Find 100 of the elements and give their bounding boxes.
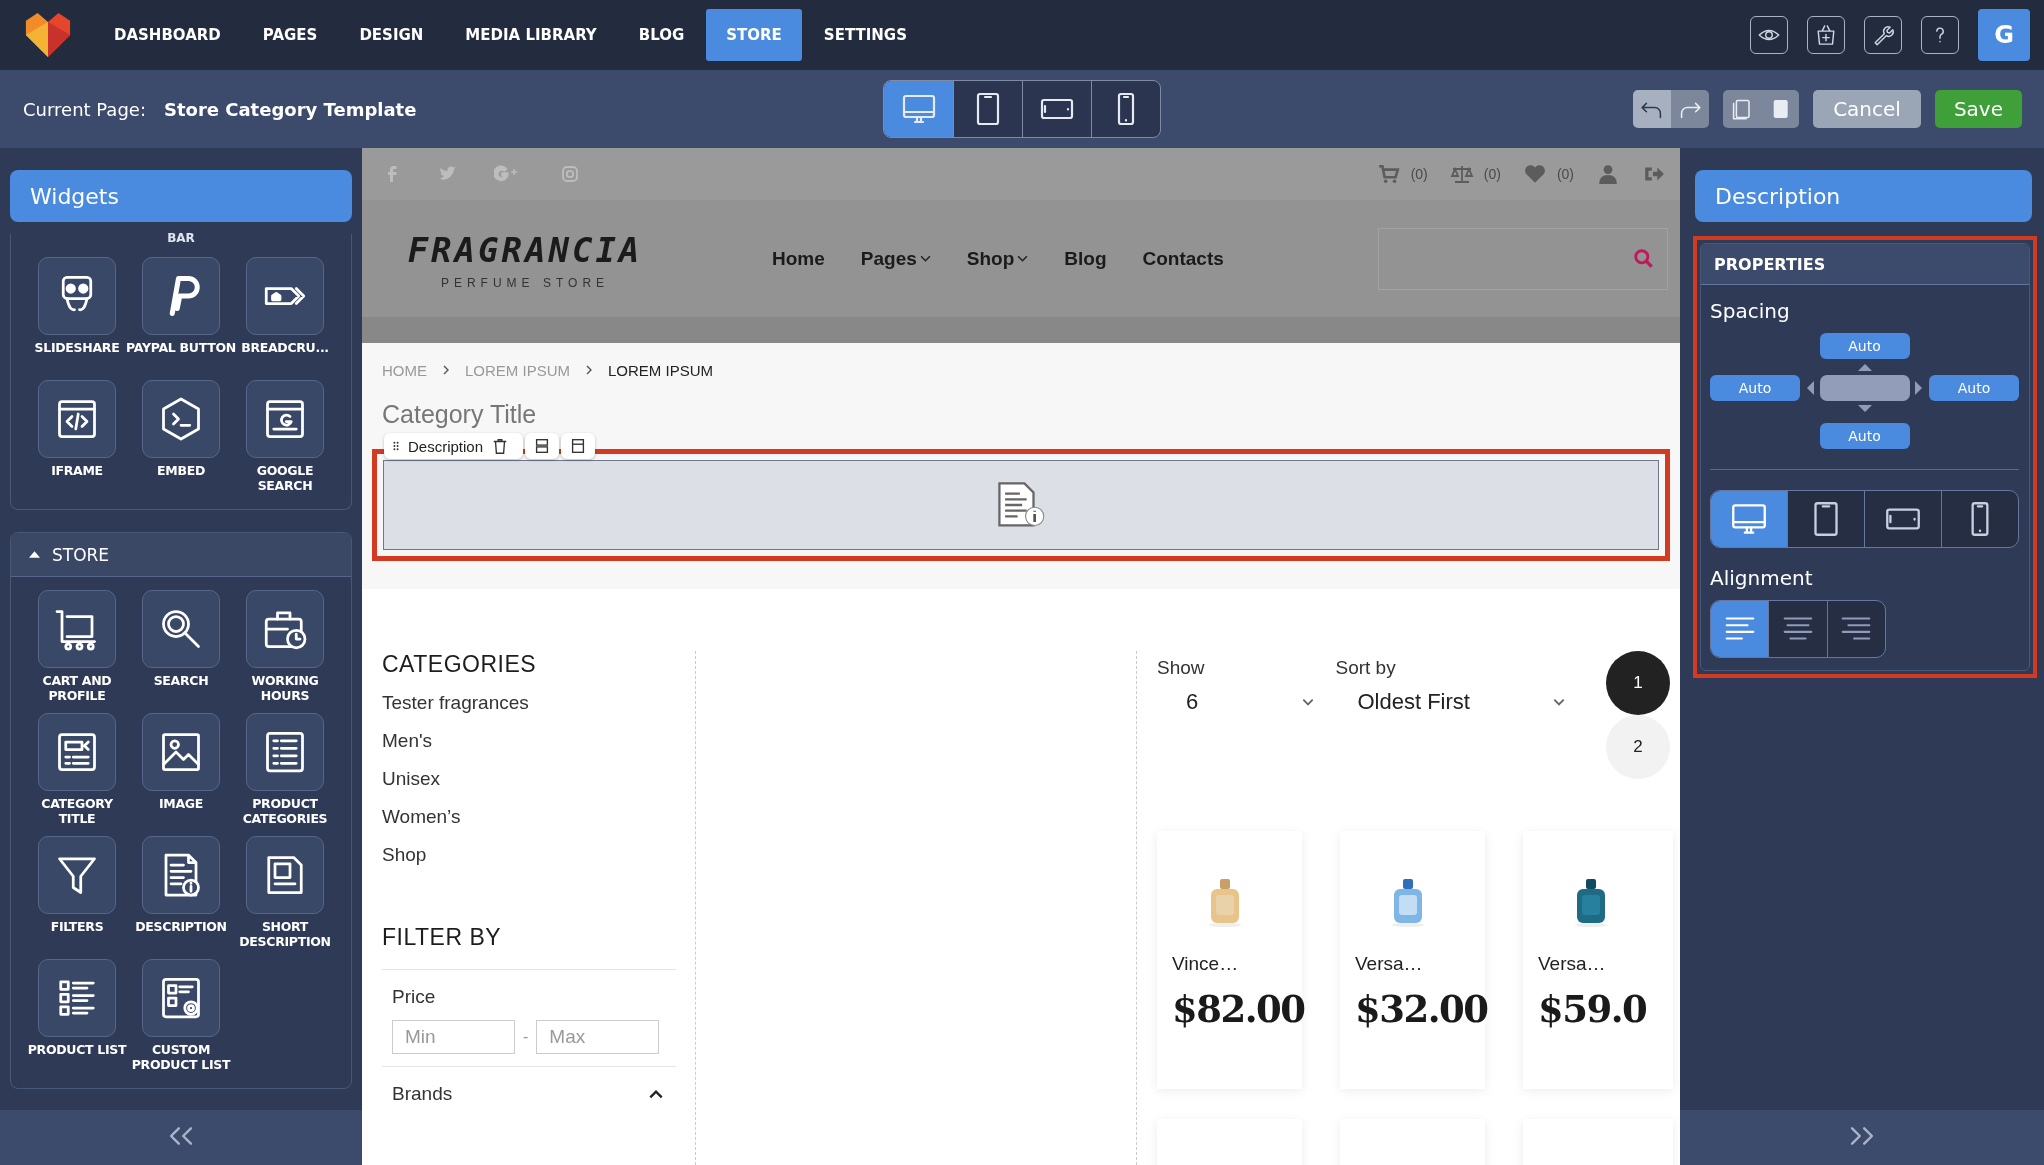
arrow-right-icon	[1915, 381, 1924, 395]
arrow-up-icon	[1857, 363, 1872, 371]
spacing-label: Spacing	[1710, 299, 1791, 323]
collapse-icon	[29, 549, 40, 560]
arrow-down-icon	[1857, 405, 1872, 413]
row-layout-button[interactable]	[525, 433, 560, 459]
widget-label: CUSTOM PRODUCT LIST	[130, 1042, 232, 1074]
sort-dropdown[interactable]: Oldest First	[1335, 689, 1566, 715]
tag-arrows-widget-button[interactable]	[246, 257, 324, 335]
widget-label: FILTERS	[49, 919, 105, 936]
caret-icon	[1301, 697, 1316, 707]
caret-icon	[1017, 253, 1029, 264]
widget-label: CATEGORY TITLE	[40, 796, 114, 828]
product-name[interactable]: Versa…	[1355, 953, 1423, 975]
widget-name: Description	[408, 437, 484, 455]
preview-button[interactable]	[1750, 16, 1788, 54]
product-name[interactable]: Versa…	[1538, 953, 1606, 975]
show-dropdown[interactable]: 6	[1157, 689, 1316, 715]
undo-button[interactable]	[1633, 90, 1672, 128]
caret-icon	[919, 253, 931, 264]
widget-label: PRODUCT CATEGORIES	[241, 796, 329, 828]
product-price: $59.0	[1538, 987, 1647, 1031]
nav-tab[interactable]: DESIGN	[339, 9, 444, 61]
wrench-button[interactable]	[1864, 16, 1902, 54]
menu-link[interactable]: Home	[772, 247, 825, 270]
max-price-field[interactable]: Max	[536, 1020, 660, 1054]
checklist-widget-button[interactable]	[38, 959, 116, 1037]
cart-count: (0)	[1410, 166, 1428, 182]
alignment-label: Alignment	[1710, 566, 1814, 590]
product-price: $32.00	[1355, 987, 1488, 1031]
category-link[interactable]: Shop	[382, 844, 695, 866]
store-section-header[interactable]: STORE	[11, 533, 351, 577]
category-link[interactable]: Men's	[382, 730, 695, 752]
price-label: Price	[392, 986, 437, 1008]
page-button[interactable]: 1	[1606, 651, 1670, 715]
category-link[interactable]: Unisex	[382, 768, 695, 790]
filter-widget-button[interactable]	[38, 836, 116, 914]
widget-label: IMAGE	[157, 796, 205, 813]
widget-label: EMBED	[156, 463, 206, 480]
brands-toggle[interactable]: Brands	[382, 1067, 676, 1105]
drag-handle-icon[interactable]	[392, 440, 400, 452]
widget-label: PRODUCT LIST	[26, 1042, 128, 1059]
nav-tab[interactable]: DASHBOARD	[94, 9, 241, 61]
product-card[interactable]: Versa… $59.0	[1523, 831, 1673, 1089]
page-button[interactable]: 2	[1606, 715, 1670, 779]
min-price-field[interactable]: Min	[392, 1020, 515, 1054]
search-field[interactable]	[1378, 227, 1668, 290]
menu-link[interactable]: Blog	[1064, 247, 1107, 270]
compare-count: (0)	[1483, 166, 1501, 182]
properties-heading: PROPERTIES	[1701, 244, 2029, 285]
briefcase-clock-widget-button[interactable]	[246, 590, 324, 668]
document-widget-button[interactable]	[246, 836, 324, 914]
code-window-widget-button[interactable]	[38, 380, 116, 458]
widget-label: DESCRIPTION	[134, 919, 228, 936]
show-label: Show	[1157, 657, 1206, 679]
nav-tab[interactable]: MEDIA LIBRARY	[445, 9, 617, 61]
widgets-header: Widgets	[10, 170, 352, 222]
arrow-left-icon	[1805, 381, 1814, 395]
category-link[interactable]: Tester fragrances	[382, 692, 695, 714]
help-button[interactable]	[1921, 16, 1959, 54]
document-info-widget-button[interactable]	[142, 836, 220, 914]
cart-widget-button[interactable]	[38, 590, 116, 668]
caret-icon	[1552, 697, 1566, 707]
image-widget-button[interactable]	[142, 713, 220, 791]
product-price: $82.00	[1172, 987, 1305, 1031]
layout-gear-widget-button[interactable]	[142, 959, 220, 1037]
widget-label: CART AND PROFILE	[41, 673, 113, 705]
current-page-label: Current Page:	[23, 98, 146, 120]
paste-button[interactable]	[1761, 90, 1800, 128]
widget-label: IFRAME	[50, 463, 104, 480]
caret-icon	[648, 1088, 664, 1100]
category-link[interactable]: Women’s	[382, 806, 695, 828]
product-name[interactable]: Vince…	[1172, 953, 1239, 975]
menu-link[interactable]: Pages	[860, 247, 931, 270]
store-tagline: PERFUME STORE	[440, 276, 610, 290]
widget-label: SEARCH	[152, 673, 210, 690]
widget-label: PAYPAL BUTTON	[125, 340, 237, 357]
p-logo-widget-button[interactable]	[142, 257, 220, 335]
column-layout-button[interactable]	[561, 433, 596, 459]
widget-label: SHORT DESCRIPTION	[238, 919, 332, 951]
sort-label: Sort by	[1335, 657, 1397, 679]
browser-window-widget-button[interactable]	[246, 380, 324, 458]
search-widget-button[interactable]	[142, 590, 220, 668]
menu-link[interactable]: Contacts	[1142, 247, 1224, 270]
people-widget-button[interactable]	[38, 257, 116, 335]
nav-tab[interactable]: BLOG	[618, 9, 705, 61]
redo-button[interactable]	[1671, 90, 1710, 128]
category-title: Category Title	[381, 400, 538, 429]
basket-plus-button[interactable]	[1807, 16, 1845, 54]
align-left-button[interactable]	[1711, 601, 1769, 657]
store-logo[interactable]: FRAGRANCIA	[407, 230, 643, 270]
nav-tab[interactable]: PAGES	[242, 9, 338, 61]
breadcrumb-link[interactable]: LOREM IPSUM	[608, 361, 714, 379]
nav-tab[interactable]: SETTINGS	[803, 9, 927, 61]
widget-label: WORKING HOURS	[250, 673, 320, 705]
list-card-widget-button[interactable]	[38, 713, 116, 791]
menu-link[interactable]: Shop	[966, 247, 1029, 270]
chevron-right-icon	[441, 365, 451, 375]
list-widget-button[interactable]	[246, 713, 324, 791]
terminal-widget-button[interactable]	[142, 380, 220, 458]
